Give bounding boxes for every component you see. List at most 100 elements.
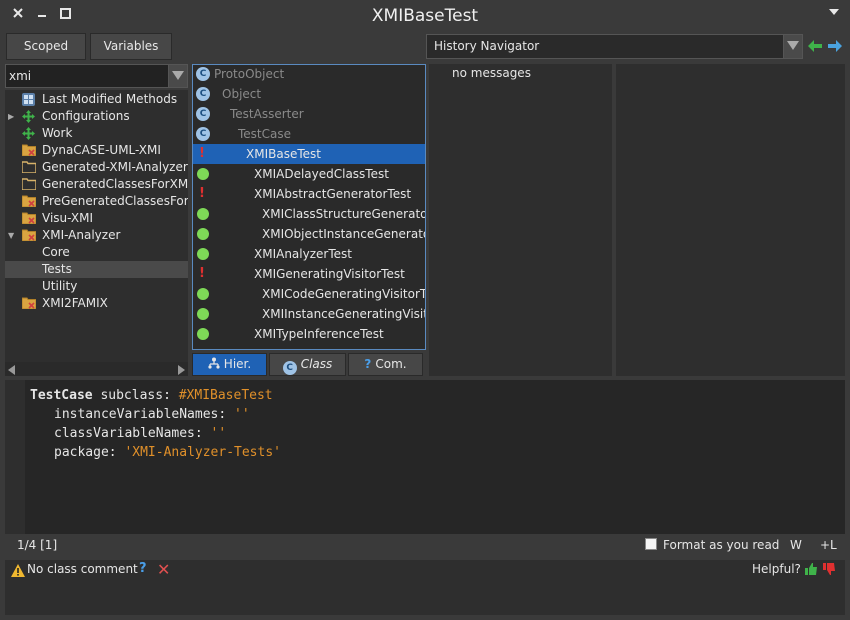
tab-class-label: Class — [300, 357, 333, 371]
tab-hierarchy-label: Hier. — [223, 357, 252, 371]
test-passed-icon — [197, 228, 209, 240]
class-icon: C — [282, 361, 297, 375]
variables-button[interactable]: Variables — [90, 33, 172, 60]
package-item[interactable]: ▼ XMI-Analyzer — [5, 227, 188, 244]
class-item-label: XMIAnalyzerTest — [254, 247, 352, 261]
class-item-label: XMITypeInferenceTest — [254, 327, 384, 341]
class-item[interactable]: C ProtoObject — [193, 65, 425, 84]
no-class-comment-text: No class comment — [27, 562, 138, 576]
window-menu-icon[interactable] — [826, 8, 842, 24]
package-item[interactable]: Work — [5, 125, 188, 142]
class-item[interactable]: C TestAsserter — [193, 104, 425, 124]
class-item[interactable]: XMICodeGeneratingVisitorTes — [193, 284, 425, 304]
class-item-label: XMIBaseTest — [246, 147, 321, 161]
package-item[interactable]: XMI2FAMIX — [5, 295, 188, 312]
class-item[interactable]: XMIInstanceGeneratingVisitor — [193, 304, 425, 324]
class-item[interactable]: C TestCase — [193, 124, 425, 144]
package-item[interactable]: PreGeneratedClassesForXM — [5, 193, 188, 210]
class-item[interactable]: XMIAnalyzerTest — [193, 244, 425, 264]
package-filter — [5, 64, 188, 88]
history-back-icon[interactable] — [808, 40, 822, 52]
filter-dropdown-button[interactable] — [168, 65, 187, 87]
class-icon: C — [196, 87, 210, 101]
maximize-window-icon[interactable] — [57, 8, 73, 24]
minimize-window-icon[interactable] — [34, 8, 50, 24]
class-item[interactable]: C Object — [193, 84, 425, 104]
chevron-down-icon — [172, 71, 184, 80]
package-list[interactable]: Last Modified Methods ▶ Configurations Work… — [5, 90, 188, 362]
class-item[interactable]: ! XMIGeneratingVisitorTest — [193, 264, 425, 284]
package-item-label: Visu-XMI — [42, 211, 93, 225]
package-icon — [21, 297, 37, 310]
close-icon[interactable]: ✕ — [157, 560, 170, 579]
history-navigator-select[interactable]: History Navigator — [426, 34, 784, 59]
package-item[interactable]: Last Modified Methods — [5, 91, 188, 108]
code-line-1: TestCase subclass: #XMIBaseTest — [30, 388, 273, 403]
class-icon: C — [196, 107, 210, 121]
class-item[interactable]: XMITypeInferenceTest — [193, 324, 425, 344]
comment-help-icon: ? — [364, 357, 372, 371]
class-item[interactable]: XMIADelayedClassTest — [193, 164, 425, 184]
test-passed-icon — [197, 308, 209, 320]
scroll-left-icon[interactable] — [8, 365, 15, 375]
class-item[interactable]: XMIObjectInstanceGeneratorT — [193, 224, 425, 244]
package-item[interactable]: ▶ Configurations — [5, 108, 188, 125]
class-item[interactable]: XMIClassStructureGeneratorTe — [193, 204, 425, 224]
package-icon — [21, 144, 37, 157]
line-numbers-toggle[interactable]: +L — [820, 538, 837, 552]
history-dropdown-button[interactable] — [783, 34, 803, 59]
thumbs-down-icon[interactable] — [822, 562, 836, 579]
package-item-label: DynaCASE-UML-XMI — [42, 143, 161, 157]
package-icon — [21, 229, 37, 242]
tab-comment[interactable]: ? Com. — [348, 353, 423, 376]
package-item[interactable]: Generated-XMI-Analyzer — [5, 159, 188, 176]
package-item-label: Last Modified Methods — [42, 92, 178, 106]
protocol-list[interactable]: no messages — [429, 64, 612, 376]
method-list[interactable] — [616, 64, 845, 376]
code-line-3: classVariableNames: '' — [54, 426, 226, 441]
warning-icon — [11, 564, 25, 580]
close-window-icon[interactable] — [10, 8, 26, 24]
cvars-keyword: classVariableNames: — [54, 426, 211, 441]
code-line-2: instanceVariableNames: '' — [54, 407, 250, 422]
package-item[interactable]: Visu-XMI — [5, 210, 188, 227]
hierarchy-icon — [208, 354, 220, 375]
class-item-label: XMIGeneratingVisitorTest — [254, 267, 405, 281]
test-passed-icon — [197, 168, 209, 180]
package-item[interactable]: GeneratedClassesForXMITe — [5, 176, 188, 193]
collapse-arrow-icon[interactable]: ▼ — [8, 227, 18, 244]
package-item[interactable]: Tests — [5, 261, 188, 278]
package-filter-input[interactable] — [9, 65, 165, 87]
superclass-name: TestCase — [30, 388, 93, 403]
tab-class[interactable]: C Class — [269, 353, 346, 376]
class-hierarchy-list[interactable]: C ProtoObject C Object C TestAsserter C TestCas… — [192, 64, 426, 350]
package-keyword: package: — [54, 445, 125, 460]
test-passed-icon — [197, 248, 209, 260]
class-comment-bar: No class comment ? ✕ Helpful? — [5, 560, 845, 615]
class-item[interactable]: ! XMIBaseTest — [193, 144, 425, 164]
package-item[interactable]: Core — [5, 244, 188, 261]
folder-icon — [21, 178, 37, 191]
wrap-toggle[interactable]: W — [790, 538, 802, 552]
scroll-right-icon[interactable] — [178, 365, 185, 375]
test-error-icon: ! — [199, 186, 205, 201]
package-item-label: Core — [42, 245, 70, 259]
ivars-keyword: instanceVariableNames: — [54, 407, 235, 422]
tab-hierarchy[interactable]: Hier. — [192, 353, 267, 376]
thumbs-up-icon[interactable] — [804, 562, 818, 579]
chevron-down-icon — [787, 41, 799, 50]
package-list-horizontal-scrollbar[interactable] — [5, 362, 188, 376]
package-item[interactable]: Utility — [5, 278, 188, 295]
folder-icon — [21, 161, 37, 174]
format-as-you-read-checkbox[interactable] — [645, 538, 657, 550]
expand-arrow-icon[interactable]: ▶ — [8, 108, 18, 125]
package-icon — [21, 212, 37, 225]
class-item[interactable]: ! XMIAbstractGeneratorTest — [193, 184, 425, 204]
help-icon[interactable]: ? — [139, 561, 147, 576]
package-item[interactable]: DynaCASE-UML-XMI — [5, 142, 188, 159]
scoped-button[interactable]: Scoped — [6, 33, 86, 60]
editor-status-bar: 1/4 [1] Format as you read W +L — [5, 535, 845, 557]
tab-comment-label: Com. — [375, 357, 407, 371]
class-item-label: XMIInstanceGeneratingVisitor — [262, 307, 425, 321]
history-forward-icon[interactable] — [828, 40, 842, 52]
